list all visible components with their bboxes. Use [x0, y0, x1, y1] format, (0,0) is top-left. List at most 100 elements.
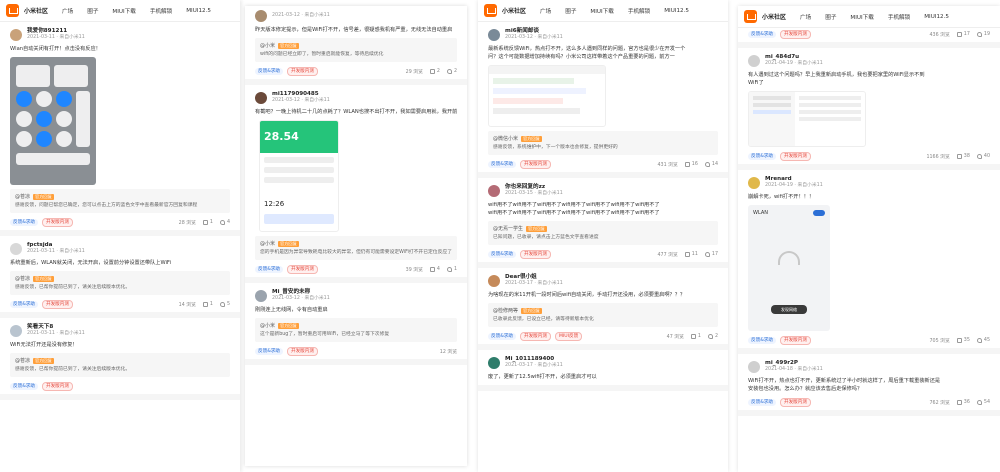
comment-button[interactable]: 38 [956, 153, 970, 159]
comment-button[interactable]: 11 [684, 251, 698, 257]
post-author[interactable]: mi_484d7u [765, 54, 823, 61]
post-text[interactable]: 昨天版本修定提示，但是WiFi打不开，信号差，很疑惑我机有严重，无线无法自动重启 [255, 26, 457, 34]
avatar[interactable] [748, 176, 760, 189]
tag-dev-beta[interactable]: 开发版内测 [41, 217, 73, 227]
like-button[interactable]: 4 [219, 219, 230, 225]
mi-logo-icon[interactable] [744, 10, 757, 23]
tag-feedback[interactable]: 反馈&求助 [10, 382, 38, 390]
tag-dev-beta[interactable]: 开发版内测 [779, 335, 811, 345]
settings-screenshot[interactable] [748, 91, 866, 147]
like-button[interactable]: 14 [704, 161, 718, 167]
post-text[interactable]: WiFi打不开，热点也打不开，更新系统过了半小时就这样了，周后重下载重装新还是 [748, 377, 990, 385]
post-author[interactable]: Dear很小姐 [505, 274, 563, 281]
post-card[interactable]: Mi_1011189400 2021-03-17 · 来自小米11 废了，更新了… [478, 350, 728, 391]
nav-item-miui125[interactable]: MIUI12.5 [186, 8, 211, 14]
nav-item-circle[interactable]: 圈子 [825, 13, 836, 21]
comment-button[interactable]: 16 [684, 161, 698, 167]
post-text[interactable]: WiFi无法打开还是没有修复！ [10, 341, 230, 349]
post-author[interactable]: Mi_1011189400 [505, 356, 563, 363]
reply-author[interactable]: @检修两等 [493, 307, 518, 314]
avatar[interactable] [255, 289, 267, 302]
reply-author[interactable]: @苍凉 [15, 193, 30, 200]
post-author[interactable]: Mrenard [765, 176, 823, 183]
post-card[interactable]: 2021-03-12 · 来自小米11 昨天版本修定提示，但是WiFi打不开，信… [245, 6, 467, 85]
avatar[interactable] [488, 184, 500, 197]
brand-name[interactable]: 小米社区 [24, 6, 48, 15]
post-text[interactable]: Wlan自动关闭有打开！点击没有反应！ [10, 45, 230, 53]
mi-logo-icon[interactable] [484, 4, 497, 17]
avatar[interactable] [748, 360, 760, 373]
nav-item-miui-download[interactable]: MIUI下载 [590, 7, 613, 15]
tag-feedback[interactable]: 反馈&求助 [255, 67, 283, 75]
post-text[interactable]: 有截吧？一晚上待机二十几的点耗了？WLAN也搜不出打不开，我如需要启用就，我开前… [255, 108, 457, 116]
like-button[interactable]: 19 [976, 31, 990, 37]
post-card[interactable]: 我爱你891211 2021-03-11 · 来自小米11 Wlan自动关闭有打… [0, 22, 240, 236]
reply-author[interactable]: @小米 [260, 240, 275, 247]
post-author[interactable]: fpctsjda [27, 242, 85, 249]
post-card[interactable]: mi6新闻邮谈 2021-03-12 · 来自小米11 最新系统反馈WiFi，热… [478, 22, 728, 178]
tag-miui-feedback[interactable]: MIUI反馈 [554, 331, 583, 341]
post-author[interactable]: Mi_曾安的未称 [272, 289, 330, 296]
avatar[interactable] [10, 28, 22, 41]
post-text[interactable]: 最新系统反馈WiFi，热点打不开，这么多人遇到同样的问题，官方也是很少在开发一个 [488, 45, 718, 53]
post-text-line2[interactable]: wifi用不了wifi用不了wifi用不了wifi用不了wifi用不了wifi用… [488, 209, 718, 217]
like-button[interactable]: 45 [976, 337, 990, 343]
post-text-line2[interactable]: 问？这个可能数据增加持续有吗？小米公司这样带着这个产品重要的问题，前方一 [488, 53, 718, 61]
nav-item-circle[interactable]: 圈子 [87, 7, 98, 15]
reply-author[interactable]: @微信小米 [493, 135, 518, 142]
post-card[interactable]: fpctsjda 2021-03-11 · 来自小米11 系统重新后，WLAN就… [0, 236, 240, 318]
post-card-partial[interactable]: 反馈&求助 开发版内测 436 浏览 17 19 [738, 28, 1000, 48]
like-button[interactable]: 17 [704, 251, 718, 257]
mi-logo-icon[interactable] [6, 4, 19, 17]
comment-button[interactable]: 1 [690, 333, 701, 339]
post-card[interactable]: Mrenard 2021-04-19 · 来自小米11 崩解卡死，wifi打不开… [738, 170, 1000, 354]
tag-feedback[interactable]: 反馈&求助 [748, 336, 776, 344]
avatar[interactable] [10, 324, 22, 337]
avatar[interactable] [255, 10, 267, 22]
tag-dev-beta[interactable]: 开发版内测 [779, 29, 811, 39]
like-button[interactable]: 40 [976, 153, 990, 159]
tag-feedback[interactable]: 反馈&求助 [748, 152, 776, 160]
post-card[interactable]: Mi_曾安的未称 2021-03-12 · 来自小米11 刚刚连上无线网，令有自… [245, 283, 467, 365]
nav-item-circle[interactable]: 圈子 [565, 7, 576, 15]
comment-button[interactable]: 4 [429, 266, 440, 272]
post-card[interactable]: mi_499r2P 2021-04-18 · 来自小米11 WiFi打不开，热点… [738, 354, 1000, 416]
tag-feedback[interactable]: 反馈&求助 [488, 160, 516, 168]
reply-author[interactable]: @小米 [260, 322, 275, 329]
wlan-toggle[interactable] [813, 210, 825, 216]
avatar[interactable] [748, 54, 760, 67]
tag-dev-beta[interactable]: 开发版内测 [41, 381, 73, 391]
brand-name[interactable]: 小米社区 [502, 6, 526, 15]
post-text-line2[interactable]: 安装包也没用。怎么办？就应该去售后走保修吗？ [748, 385, 990, 393]
nav-item-square[interactable]: 广场 [62, 7, 73, 15]
like-button[interactable]: 1 [446, 266, 457, 272]
comment-button[interactable]: 36 [956, 399, 970, 405]
tag-dev-beta[interactable]: 开发版内测 [779, 397, 811, 407]
tag-feedback[interactable]: 反馈&求助 [748, 398, 776, 406]
like-button[interactable]: 2 [446, 68, 457, 74]
post-author[interactable]: mi1179090485 [272, 91, 330, 98]
tag-dev-beta[interactable]: 开发版内测 [286, 264, 318, 274]
nav-item-unlock[interactable]: 手机解锁 [628, 7, 650, 15]
post-author[interactable]: mi_499r2P [765, 360, 823, 367]
nav-item-miui-download[interactable]: MIUI下载 [112, 7, 135, 15]
nav-item-unlock[interactable]: 手机解锁 [150, 7, 172, 15]
post-text[interactable]: wifi用不了wifi用不了wifi用不了wifi用不了wifi用不了wifi用… [488, 201, 718, 209]
reply-author[interactable]: @小米 [260, 42, 275, 49]
like-button[interactable]: 5 [219, 301, 230, 307]
tag-feedback[interactable]: 反馈&求助 [488, 250, 516, 258]
comment-button[interactable]: 17 [956, 31, 970, 37]
tag-feedback[interactable]: 反馈&求助 [255, 265, 283, 273]
post-text[interactable]: 刚刚连上无线网，令有自动重启 [255, 306, 457, 314]
tag-feedback[interactable]: 反馈&求助 [10, 300, 38, 308]
tag-feedback[interactable]: 反馈&求助 [488, 332, 516, 340]
tag-dev-beta[interactable]: 开发版内测 [519, 331, 551, 341]
tag-feedback[interactable]: 反馈&求助 [10, 218, 38, 226]
like-button[interactable]: 54 [976, 399, 990, 405]
nav-item-miui-download[interactable]: MIUI下载 [850, 13, 873, 21]
post-author[interactable]: 我爱你891211 [27, 28, 85, 35]
avatar[interactable] [255, 91, 267, 104]
nav-item-miui125[interactable]: MIUI12.5 [664, 8, 689, 14]
tag-dev-beta[interactable]: 开发版内测 [779, 151, 811, 161]
post-text[interactable]: 为啥现在的米11开机一段时间后wifi自动关闭，手动打开还没用，必须要重启啊？？… [488, 291, 718, 299]
